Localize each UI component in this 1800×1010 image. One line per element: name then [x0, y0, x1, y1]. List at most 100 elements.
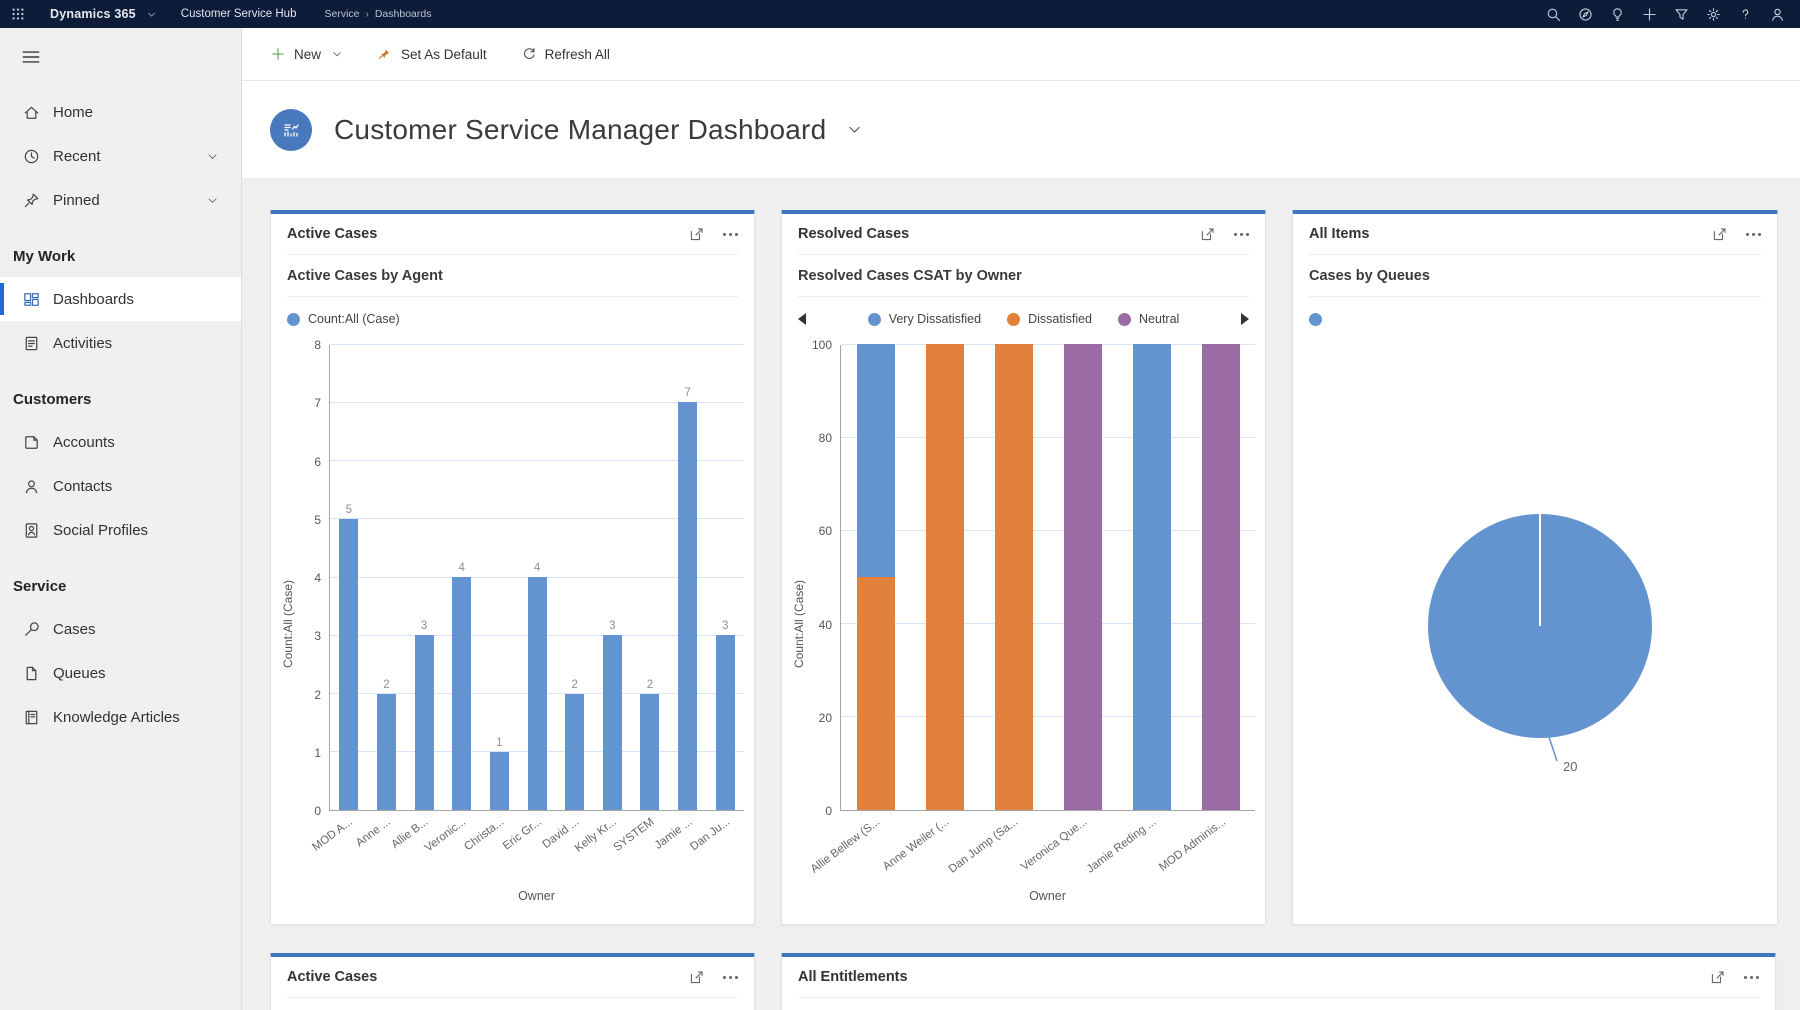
expand-icon[interactable] — [688, 226, 705, 243]
brand-title[interactable]: Dynamics 365 — [50, 7, 136, 21]
legend-label: Very Dissatisfied — [889, 312, 981, 326]
more-options-icon[interactable] — [1746, 229, 1761, 240]
legend-dot — [1007, 313, 1020, 326]
set-as-default-label: Set As Default — [401, 47, 487, 62]
help-icon[interactable] — [1737, 6, 1754, 23]
sidebar-item-home[interactable]: Home — [0, 90, 241, 134]
sidebar-item-recent[interactable]: Recent — [0, 134, 241, 178]
y-tick-label: 4 — [314, 571, 321, 585]
x-axis-title: Owner — [329, 889, 744, 903]
chart-title: Cases by Queues — [1293, 255, 1777, 296]
sidebar-item-contacts[interactable]: Contacts — [0, 464, 241, 508]
y-axis-ticks: 012345678 — [299, 345, 329, 811]
bar-slot-allie-b: 3 — [405, 345, 443, 810]
y-tick-label: 5 — [314, 513, 321, 527]
set-as-default-button[interactable]: Set As Default — [377, 46, 487, 62]
command-bar: New Set As Default Refresh All — [242, 28, 1800, 81]
bar[interactable] — [490, 752, 509, 810]
bar[interactable] — [603, 635, 622, 810]
stacked-bar[interactable] — [1133, 344, 1171, 810]
bar-slot-david: 2 — [556, 345, 594, 810]
sidebar-item-label: Cases — [53, 621, 96, 638]
x-label-slot: Anne ... — [367, 811, 405, 889]
lightbulb-icon[interactable] — [1609, 6, 1626, 23]
app-launcher-icon[interactable] — [10, 6, 26, 22]
more-options-icon[interactable] — [723, 972, 738, 983]
new-button[interactable]: New — [270, 46, 343, 62]
sidebar-item-activities[interactable]: Activities — [0, 321, 241, 365]
card-all-entitlements: All Entitlements — [781, 953, 1776, 1010]
y-tick-label: 80 — [819, 431, 832, 445]
stacked-bar[interactable] — [926, 344, 964, 810]
settings-icon[interactable] — [1705, 6, 1722, 23]
filter-icon[interactable] — [1673, 6, 1690, 23]
sidebar-item-dashboards[interactable]: Dashboards — [0, 277, 241, 321]
new-chevron-icon[interactable] — [331, 48, 343, 60]
more-options-icon[interactable] — [1234, 229, 1249, 240]
bar[interactable] — [716, 635, 735, 810]
search-icon[interactable] — [1545, 6, 1562, 23]
bar[interactable] — [339, 519, 358, 810]
breadcrumb-dashboards[interactable]: Dashboards — [375, 8, 432, 20]
expand-icon[interactable] — [1711, 226, 1728, 243]
x-label-slot: David ... — [555, 811, 593, 889]
guided-help-icon[interactable] — [1577, 6, 1594, 23]
account-icon[interactable] — [1769, 6, 1786, 23]
y-tick-label: 1 — [314, 746, 321, 760]
legend-prev-icon[interactable] — [798, 313, 806, 325]
chevron-down-icon[interactable] — [206, 150, 219, 163]
sidebar-item-cases[interactable]: Cases — [0, 607, 241, 651]
dashboard-selector-chevron-icon[interactable] — [846, 121, 863, 138]
x-label-slot: Christa... — [480, 811, 518, 889]
add-icon[interactable] — [1641, 6, 1658, 23]
chart-title: Resolved Cases CSAT by Owner — [782, 255, 1265, 296]
legend-next-icon[interactable] — [1241, 313, 1249, 325]
bar[interactable] — [528, 577, 547, 810]
sitemap-toggle-icon[interactable] — [20, 46, 42, 68]
y-axis-title: Count:All (Case) — [788, 345, 810, 903]
segment-neutral — [1202, 344, 1240, 810]
bar[interactable] — [640, 694, 659, 811]
chevron-down-icon[interactable] — [206, 194, 219, 207]
clock-icon — [22, 147, 41, 166]
bar[interactable] — [452, 577, 471, 810]
bar[interactable] — [565, 694, 584, 811]
bar[interactable] — [377, 694, 396, 811]
divider — [287, 997, 738, 998]
more-options-icon[interactable] — [1744, 972, 1759, 983]
sidebar-item-pinned[interactable]: Pinned — [0, 178, 241, 222]
bar-value-label: 3 — [421, 620, 427, 632]
y-axis-ticks: 020406080100 — [810, 345, 840, 811]
sidebar-item-label: Activities — [53, 335, 112, 352]
bar[interactable] — [415, 635, 434, 810]
home-icon — [22, 103, 41, 122]
bar[interactable] — [678, 402, 697, 810]
sidebar-item-queues[interactable]: Queues — [0, 651, 241, 695]
sidebar-item-label: Recent — [53, 148, 101, 165]
stacked-bar[interactable] — [1202, 344, 1240, 810]
expand-icon[interactable] — [1709, 969, 1726, 986]
bar-slot-anne-weiler — [910, 345, 979, 810]
sidebar-item-label: Pinned — [53, 192, 100, 209]
brand-chevron-icon[interactable] — [146, 9, 157, 20]
sidebar-item-knowledge-articles[interactable]: Knowledge Articles — [0, 695, 241, 739]
breadcrumb-separator: › — [366, 9, 369, 20]
stacked-bar[interactable] — [857, 344, 895, 810]
y-tick-label: 0 — [314, 804, 321, 818]
expand-icon[interactable] — [688, 969, 705, 986]
stacked-bar[interactable] — [1064, 344, 1102, 810]
cases-icon — [22, 620, 41, 639]
expand-icon[interactable] — [1199, 226, 1216, 243]
card-title: Active Cases — [287, 969, 377, 985]
breadcrumb: Service › Dashboards — [324, 8, 431, 20]
breadcrumb-service[interactable]: Service — [324, 8, 359, 20]
app-name[interactable]: Customer Service Hub — [181, 8, 297, 20]
sidebar-item-label: Queues — [53, 665, 106, 682]
sidebar-item-social-profiles[interactable]: Social Profiles — [0, 508, 241, 552]
segment-very-dissatisfied — [1133, 344, 1171, 810]
bar-slot-kelly-kr: 3 — [593, 345, 631, 810]
refresh-all-button[interactable]: Refresh All — [521, 46, 610, 62]
sidebar-item-accounts[interactable]: Accounts — [0, 420, 241, 464]
more-options-icon[interactable] — [723, 229, 738, 240]
stacked-bar[interactable] — [995, 344, 1033, 810]
